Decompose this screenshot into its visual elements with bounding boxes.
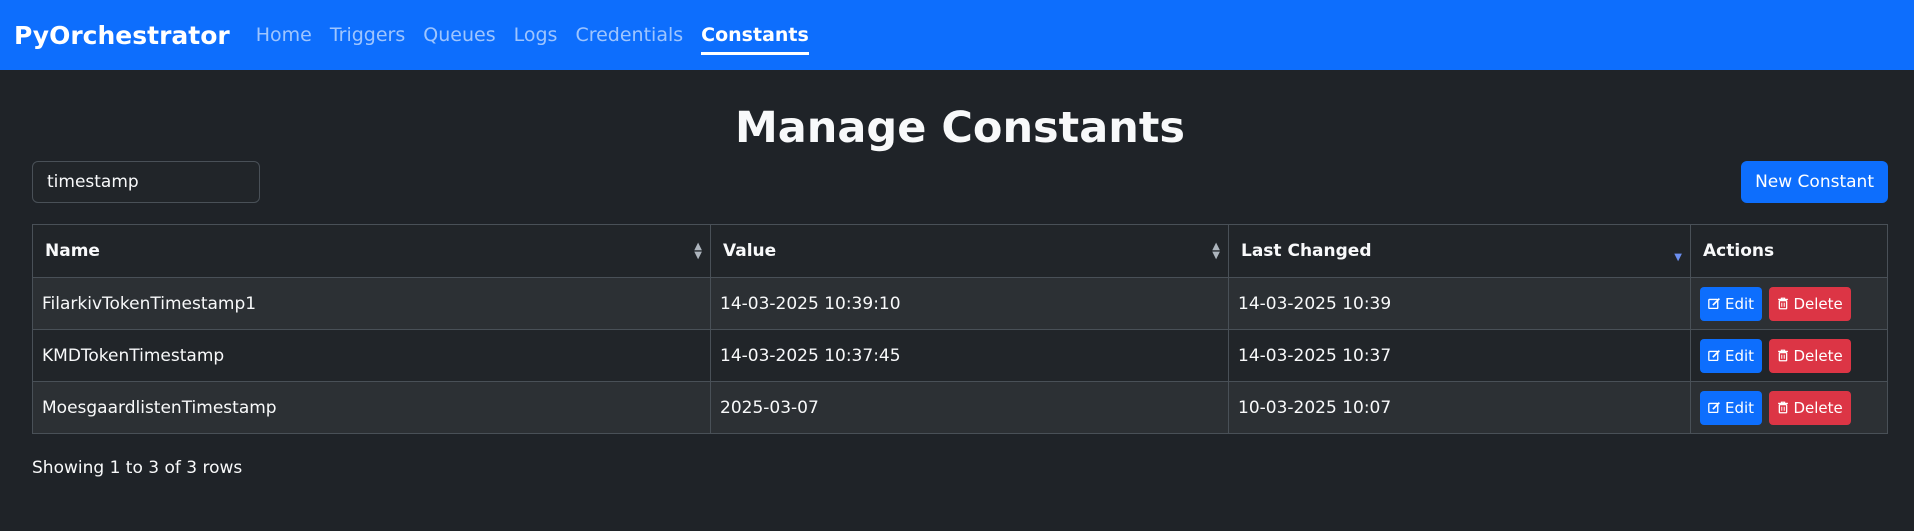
delete-button[interactable]: Delete [1769,286,1851,321]
cell-actions: Edit Delete [1690,381,1888,434]
column-header-label: Value [723,241,777,261]
new-constant-button[interactable]: New Constant [1741,161,1888,203]
delete-label: Delete [1793,346,1843,365]
toolbar: New Constant [32,160,1888,204]
edit-label: Edit [1725,398,1755,417]
edit-icon [1708,297,1721,310]
cell-name: KMDTokenTimestamp [32,329,711,382]
nav-link-constants[interactable]: Constants [701,0,809,70]
nav-link-credentials[interactable]: Credentials [575,0,683,70]
column-header-value[interactable]: Value ▲ ▼ [710,224,1229,278]
delete-button[interactable]: Delete [1769,390,1851,425]
cell-name: MoesgaardlistenTimestamp [32,381,711,434]
edit-icon [1708,349,1721,362]
cell-value: 2025-03-07 [710,381,1229,434]
sort-icon: ▲ ▼ [694,241,702,261]
pagination-info: Showing 1 to 3 of 3 rows [32,458,243,478]
cell-last-changed: 14-03-2025 10:37 [1228,329,1691,382]
trash-icon [1777,349,1789,362]
nav-links: Home Triggers Queues Logs Credentials Co… [256,0,827,70]
nav-link-home[interactable]: Home [256,0,312,70]
column-header-label: Last Changed [1241,241,1372,261]
edit-button[interactable]: Edit [1700,338,1763,373]
column-header-label: Actions [1703,241,1775,261]
nav-link-logs[interactable]: Logs [514,0,558,70]
page-title: Manage Constants [735,103,1185,153]
trash-icon [1777,297,1789,310]
cell-actions: Edit Delete [1690,277,1888,330]
nav-link-triggers[interactable]: Triggers [330,0,405,70]
column-header-actions: Actions [1690,224,1888,278]
sort-desc-icon: ▼ [1674,252,1682,263]
table-row: FilarkivTokenTimestamp1 14-03-2025 10:39… [32,277,1888,330]
navbar: PyOrchestrator Home Triggers Queues Logs… [0,0,1914,70]
search-input[interactable] [32,161,260,203]
column-header-label: Name [45,241,100,261]
cell-actions: Edit Delete [1690,329,1888,382]
cell-last-changed: 10-03-2025 10:07 [1228,381,1691,434]
column-header-name[interactable]: Name ▲ ▼ [32,224,711,278]
column-header-last-changed[interactable]: Last Changed ▼ [1228,224,1691,278]
constants-table: Name ▲ ▼ Value ▲ ▼ Last Changed ▼ Actions … [32,224,1888,434]
sort-icon: ▲ ▼ [1212,241,1220,261]
cell-value: 14-03-2025 10:37:45 [710,329,1229,382]
delete-button[interactable]: Delete [1769,338,1851,373]
brand-logo[interactable]: PyOrchestrator [14,21,230,50]
table-row: KMDTokenTimestamp 14-03-2025 10:37:45 14… [32,329,1888,382]
delete-label: Delete [1793,398,1843,417]
table-header-row: Name ▲ ▼ Value ▲ ▼ Last Changed ▼ Actions [32,224,1888,278]
edit-icon [1708,401,1721,414]
edit-button[interactable]: Edit [1700,286,1763,321]
trash-icon [1777,401,1789,414]
edit-label: Edit [1725,294,1755,313]
main-content: Manage Constants New Constant Name ▲▼ Va… [0,100,1914,478]
edit-label: Edit [1725,346,1755,365]
nav-link-queues[interactable]: Queues [423,0,495,70]
cell-name: FilarkivTokenTimestamp1 [32,277,711,330]
cell-value: 14-03-2025 10:39:10 [710,277,1229,330]
edit-button[interactable]: Edit [1700,390,1763,425]
delete-label: Delete [1793,294,1843,313]
table-row: MoesgaardlistenTimestamp 2025-03-07 10-0… [32,381,1888,434]
cell-last-changed: 14-03-2025 10:39 [1228,277,1691,330]
